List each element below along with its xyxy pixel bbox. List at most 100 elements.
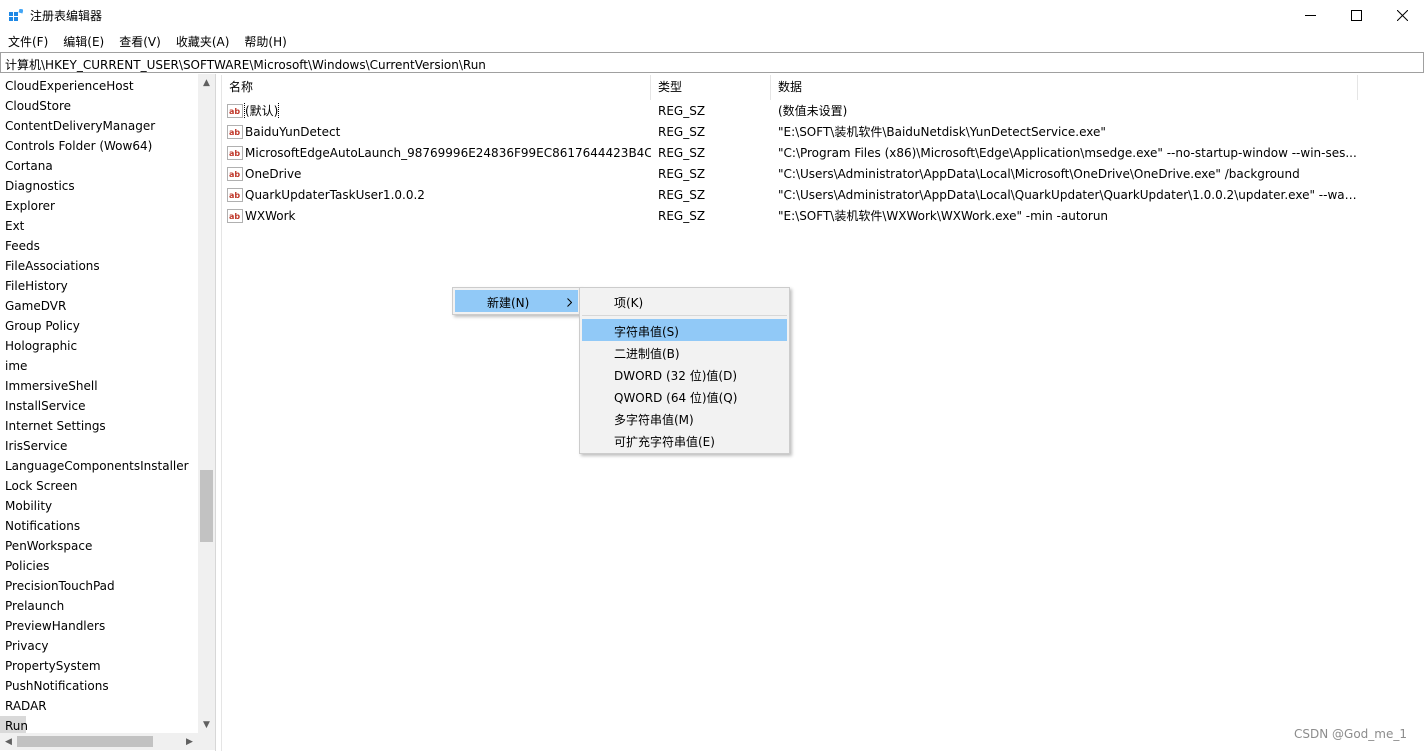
value-name: (默认) [243,102,280,119]
tree-item[interactable]: RADAR [0,696,198,716]
table-row[interactable]: ab (默认) REG_SZ (数值未设置) [222,100,1426,121]
tree-item[interactable]: ContentDeliveryManager [0,116,198,136]
value-data: (数值未设置) [778,104,848,118]
tree-item[interactable]: Group Policy [0,316,198,336]
tree-item[interactable]: Diagnostics [0,176,198,196]
tree-horizontal-scroll-thumb[interactable] [17,736,153,747]
tree-item[interactable]: FileAssociations [0,256,198,276]
string-value-icon: ab [227,166,243,181]
tree-horizontal-scrollbar[interactable]: ◀ ▶ [0,733,198,750]
tree-item[interactable]: FileHistory [0,276,198,296]
tree-item[interactable]: Prelaunch [0,596,198,616]
submenu-arrow-icon [567,296,573,310]
svg-text:ab: ab [229,128,240,137]
table-row[interactable]: ab BaiduYunDetect REG_SZ "E:\SOFT\装机软件\Baid… [222,121,1426,142]
scrollbar-corner [198,733,215,750]
tree-item[interactable]: Lock Screen [0,476,198,496]
window-title: 注册表编辑器 [30,9,103,23]
tree-item[interactable]: PushNotifications [0,676,198,696]
value-name-cell: ab BaiduYunDetect [222,124,651,139]
value-data: "C:\Program Files (x86)\Microsoft\Edge\A… [778,145,1357,160]
string-value-icon: ab [227,145,243,160]
tree-item[interactable]: IrisService [0,436,198,456]
tree-item[interactable]: Policies [0,556,198,576]
tree-item[interactable]: Ext [0,216,198,236]
value-data: "E:\SOFT\装机软件\BaiduNetdisk\YunDetectServ… [778,125,1106,139]
minimize-icon [1304,15,1316,16]
tree-item[interactable]: Privacy [0,636,198,656]
tree-vertical-scroll-thumb[interactable] [200,470,213,542]
value-name: QuarkUpdaterTaskUser1.0.0.2 [245,187,425,202]
scroll-left-icon[interactable]: ◀ [0,733,17,750]
tree-item[interactable]: GameDVR [0,296,198,316]
minimize-button[interactable] [1287,0,1333,31]
value-type: REG_SZ [658,166,706,181]
tree-item[interactable]: PreviewHandlers [0,616,198,636]
scroll-right-icon[interactable]: ▶ [181,733,198,750]
svg-text:ab: ab [229,191,240,200]
column-header-data[interactable]: 数据 [771,75,1358,100]
tree-item[interactable]: LanguageComponentsInstaller [0,456,198,476]
address-bar[interactable]: 计算机\HKEY_CURRENT_USER\SOFTWARE\Microsoft… [0,52,1424,73]
menu-view[interactable]: 查看(V) [111,31,168,51]
tree-item[interactable]: InstallService [0,396,198,416]
tree-item[interactable]: Holographic [0,336,198,356]
submenu-item-dword-value[interactable]: DWORD (32 位)值(D) [582,363,787,385]
table-row[interactable]: ab WXWork REG_SZ "E:\SOFT\装机软件\WXWork\WXWor… [222,205,1426,226]
tree-item[interactable]: ImmersiveShell [0,376,198,396]
string-value-icon: ab [227,103,243,118]
menu-bar: 文件(F) 编辑(E) 查看(V) 收藏夹(A) 帮助(H) [0,31,1426,51]
tree-item[interactable]: PropertySystem [0,656,198,676]
scroll-up-icon[interactable]: ▲ [198,74,215,91]
scroll-down-icon[interactable]: ▼ [198,716,215,733]
tree-item[interactable]: CloudStore [0,96,198,116]
tree-item[interactable]: Cortana [0,156,198,176]
column-header-name[interactable]: 名称 [222,75,651,100]
submenu-item-qword-value[interactable]: QWORD (64 位)值(Q) [582,385,787,407]
svg-text:ab: ab [229,149,240,158]
tree-item[interactable]: Controls Folder (Wow64) [0,136,198,156]
value-type: REG_SZ [658,187,706,202]
submenu-item-key[interactable]: 项(K) [582,290,787,312]
maximize-button[interactable] [1333,0,1379,31]
menu-help[interactable]: 帮助(H) [236,31,293,51]
tree-item[interactable]: Notifications [0,516,198,536]
menu-file[interactable]: 文件(F) [0,31,55,51]
menu-edit[interactable]: 编辑(E) [55,31,111,51]
value-name: WXWork [245,208,296,223]
values-list: 名称 类型 数据 ab (默认) REG_SZ (数值未设置) ab BaiduYunDe… [221,75,1426,751]
tree-item[interactable]: Internet Settings [0,416,198,436]
submenu-item-expandable-string-value[interactable]: 可扩充字符串值(E) [582,429,787,451]
tree-item[interactable]: Mobility [0,496,198,516]
tree-vertical-scrollbar[interactable]: ▲ ▼ [198,74,215,733]
value-name-cell: ab OneDrive [222,166,651,181]
submenu-item-label: QWORD (64 位)值(Q) [614,391,738,405]
submenu-item-binary-value[interactable]: 二进制值(B) [582,341,787,363]
column-header-type[interactable]: 类型 [651,75,771,100]
submenu-item-label: DWORD (32 位)值(D) [614,369,737,383]
tree-item[interactable]: PenWorkspace [0,536,198,556]
close-button[interactable] [1379,0,1425,31]
context-menu-new[interactable]: 新建(N) [455,290,578,312]
watermark: CSDN @God_me_1 [1294,727,1407,741]
key-tree: CloudExperienceHost CloudStore ContentDeli… [0,74,216,751]
tree-item[interactable]: PrecisionTouchPad [0,576,198,596]
tree-item[interactable]: CloudExperienceHost [0,76,198,96]
table-row[interactable]: ab QuarkUpdaterTaskUser1.0.0.2 REG_SZ "C:\U… [222,184,1426,205]
title-bar: 注册表编辑器 [0,0,1426,31]
tree-item[interactable]: Feeds [0,236,198,256]
menu-favorites[interactable]: 收藏夹(A) [168,31,237,51]
table-row[interactable]: ab OneDrive REG_SZ "C:\Users\Administrator\… [222,163,1426,184]
value-data: "C:\Users\Administrator\AppData\Local\Mi… [778,166,1300,181]
tree-item[interactable]: Explorer [0,196,198,216]
table-row[interactable]: ab MicrosoftEdgeAutoLaunch_98769996E24836… [222,142,1426,163]
submenu-item-string-value[interactable]: 字符串值(S) [582,319,787,341]
value-name-cell: ab WXWork [222,208,651,223]
registry-editor-icon [9,9,23,21]
value-name-cell: ab QuarkUpdaterTaskUser1.0.0.2 [222,187,651,202]
context-menu-new-label: 新建(N) [487,296,530,310]
tree-item[interactable]: ime [0,356,198,376]
submenu-item-label: 项(K) [614,296,644,310]
submenu-item-label: 字符串值(S) [614,325,679,339]
submenu-item-multi-string-value[interactable]: 多字符串值(M) [582,407,787,429]
